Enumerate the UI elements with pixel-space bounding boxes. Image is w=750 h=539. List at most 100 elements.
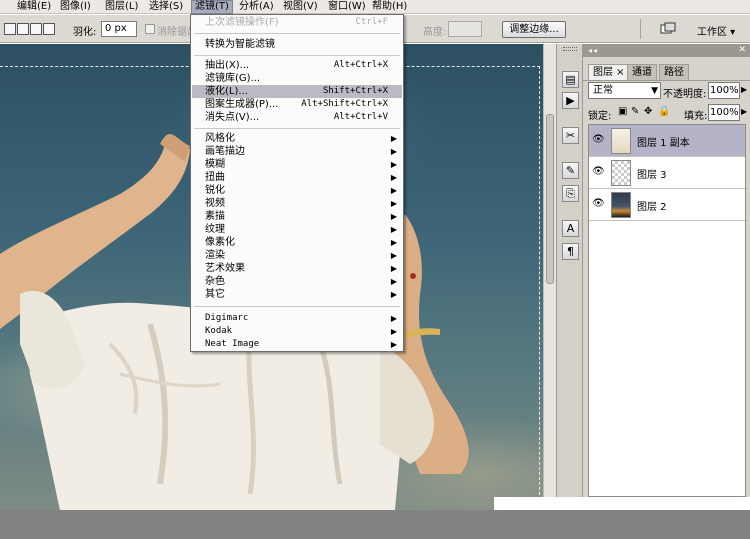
menu-help[interactable]: 帮助(H) (369, 0, 410, 14)
panel-dock: ▤ ▶ ✂ ✎ ⎘ A ¶ (556, 44, 583, 497)
history-icon[interactable]: ▤ (562, 71, 579, 88)
menu-item-sketch[interactable]: 素描 ▶ (192, 210, 402, 223)
menu-item-neat-image[interactable]: Neat Image ▶ (192, 338, 402, 351)
lock-icon[interactable]: 🔒 (658, 106, 670, 117)
menu-item-brush-strokes[interactable]: 画笔描边 ▶ (192, 145, 402, 158)
scrollbar-thumb[interactable] (546, 114, 554, 284)
eye-icon[interactable]: 👁 (592, 134, 605, 146)
menu-select[interactable]: 选择(S) (146, 0, 186, 14)
menu-item-other[interactable]: 其它 ▶ (192, 288, 402, 301)
layer-name: 图层 2 (637, 202, 667, 213)
eye-icon[interactable]: 👁 (592, 166, 605, 178)
menu-item-smart-filter[interactable]: 转换为智能滤镜 (192, 38, 402, 51)
tab-channels[interactable]: 通道 (627, 64, 657, 80)
workspace-icon[interactable] (660, 22, 676, 36)
submenu-arrow-icon: ▶ (390, 238, 397, 247)
blend-mode-select[interactable]: 正常 ▼ (588, 82, 661, 99)
panel-header[interactable]: ◂◂ ✕ (583, 44, 750, 57)
actions-icon[interactable]: ▶ (562, 92, 579, 109)
menu-item-label: 其它 (205, 289, 225, 300)
layer-thumbnail (611, 160, 631, 186)
menu-divider (194, 128, 400, 129)
menu-item-liquify[interactable]: 液化(L)... Shift+Ctrl+X (192, 85, 402, 98)
menu-item-label: Neat Image (205, 339, 260, 349)
menu-item-stylize[interactable]: 风格化 ▶ (192, 132, 402, 145)
fill-input[interactable]: 100% (708, 104, 740, 121)
menu-item-digimarc[interactable]: Digimarc ▶ (192, 312, 402, 325)
selection-mode-icons[interactable] (4, 23, 58, 36)
menu-item-shortcut: Alt+Shift+Ctrl+X (301, 99, 388, 109)
paragraph-icon[interactable]: ¶ (562, 243, 579, 260)
lock-transparency-icon[interactable]: ▣ (618, 106, 627, 117)
menu-item-sharpen[interactable]: 锐化 ▶ (192, 184, 402, 197)
menu-item-shortcut: Alt+Ctrl+V (333, 112, 388, 122)
menu-item-artistic[interactable]: 艺术效果 ▶ (192, 262, 402, 275)
menu-item-label: 滤镜库(G)... (205, 73, 261, 84)
menu-item-extract[interactable]: 抽出(X)... Alt+Ctrl+X (192, 59, 402, 72)
menu-view[interactable]: 视图(V) (280, 0, 321, 14)
opacity-arrow-icon[interactable]: ▶ (741, 85, 747, 94)
panel-grip-icon[interactable]: ◂◂ (588, 47, 598, 55)
chevron-down-icon: ▼ (651, 86, 658, 96)
menu-item-label: 画笔描边 (205, 146, 245, 157)
tab-paths[interactable]: 路径 (659, 64, 689, 80)
feather-input[interactable]: 0 px (101, 21, 137, 37)
tab-layers[interactable]: 图层 × (588, 64, 630, 80)
add-selection-icon[interactable] (17, 23, 29, 35)
menu-analysis[interactable]: 分析(A) (236, 0, 277, 14)
workspace-menu[interactable]: 工作区 ▾ (697, 23, 735, 38)
intersect-selection-icon[interactable] (43, 23, 55, 35)
menu-item-label: 像素化 (205, 237, 235, 248)
lock-position-icon[interactable]: ✥ (644, 106, 652, 117)
menu-item-render[interactable]: 渲染 ▶ (192, 249, 402, 262)
layer-row[interactable]: 👁 图层 1 副本 (589, 125, 745, 157)
character-icon[interactable]: A (562, 220, 579, 237)
menu-item-label: 纹理 (205, 224, 225, 235)
menu-item-noise[interactable]: 杂色 ▶ (192, 275, 402, 288)
menu-item-shortcut: Shift+Ctrl+X (322, 86, 388, 96)
opacity-input[interactable]: 100% (708, 82, 740, 99)
tools-icon[interactable]: ✂ (562, 127, 579, 144)
subtract-selection-icon[interactable] (30, 23, 42, 35)
height-input[interactable] (448, 21, 482, 37)
filter-menu: 上次滤镜操作(F) Ctrl+F 转换为智能滤镜 抽出(X)... Alt+Ct… (190, 14, 404, 352)
menu-item-pixelate[interactable]: 像素化 ▶ (192, 236, 402, 249)
tab-underline (583, 80, 750, 81)
menu-item-label: 液化(L)... (205, 86, 248, 97)
fill-arrow-icon[interactable]: ▶ (741, 107, 747, 116)
refine-edge-button[interactable]: 调整边缘... (502, 21, 566, 38)
menu-item-blur[interactable]: 模糊 ▶ (192, 158, 402, 171)
menu-item-vanishing-point[interactable]: 消失点(V)... Alt+Ctrl+V (192, 111, 402, 124)
canvas-vertical-scrollbar[interactable] (543, 44, 556, 510)
brush-icon[interactable]: ✎ (562, 162, 579, 179)
layer-row[interactable]: 👁 图层 2 (589, 189, 745, 221)
layer-thumbnail (611, 128, 631, 154)
lock-image-icon[interactable]: ✎ (631, 106, 639, 117)
menu-edit[interactable]: 编辑(E) (14, 0, 54, 14)
menu-item-label: 锐化 (205, 185, 225, 196)
menu-layer[interactable]: 图层(L) (102, 0, 141, 14)
menu-item-video[interactable]: 视频 ▶ (192, 197, 402, 210)
eye-icon[interactable]: 👁 (592, 198, 605, 210)
new-selection-icon[interactable] (4, 23, 16, 35)
menu-item-label: 转换为智能滤镜 (205, 39, 275, 50)
menu-item-kodak[interactable]: Kodak ▶ (192, 325, 402, 338)
menu-item-texture[interactable]: 纹理 ▶ (192, 223, 402, 236)
layer-row[interactable]: 👁 图层 3 (589, 157, 745, 189)
menu-image[interactable]: 图像(I) (57, 0, 94, 14)
layers-list: 👁 图层 1 副本 👁 图层 3 👁 图层 2 (588, 124, 746, 497)
blend-mode-value: 正常 (593, 85, 613, 96)
menu-filter[interactable]: 滤镜(T) (191, 0, 233, 14)
menu-item-label: Kodak (205, 326, 233, 336)
opacity-label: 不透明度: (663, 89, 707, 100)
menu-item-label: 渲染 (205, 250, 225, 261)
menu-item-pattern-maker[interactable]: 图案生成器(P)... Alt+Shift+Ctrl+X (192, 98, 402, 111)
submenu-arrow-icon: ▶ (390, 225, 397, 234)
antialias-checkbox[interactable] (145, 24, 155, 34)
dock-grip[interactable] (563, 47, 577, 51)
menu-item-distort[interactable]: 扭曲 ▶ (192, 171, 402, 184)
menu-window[interactable]: 窗口(W) (325, 0, 369, 14)
menu-item-filter-gallery[interactable]: 滤镜库(G)... (192, 72, 402, 85)
panel-close-icon[interactable]: ✕ (738, 45, 746, 55)
clone-icon[interactable]: ⎘ (562, 185, 579, 202)
